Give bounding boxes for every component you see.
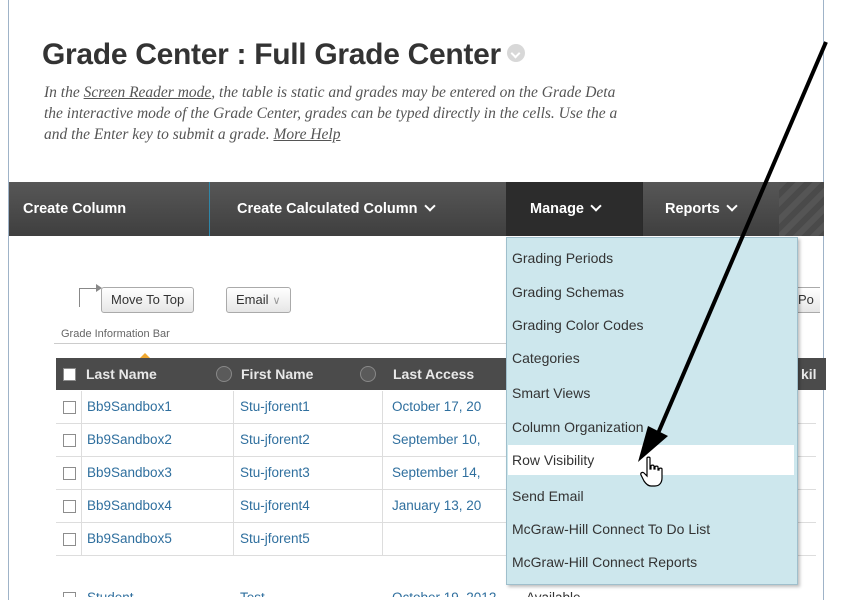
select-all-checkbox[interactable] [63,368,76,381]
create-column-label: Create Column [23,201,127,217]
toolbar-divider [209,182,210,236]
create-column-button[interactable]: Create Column [23,182,126,236]
create-calculated-column-label: Create Calculated Column [237,201,418,217]
cell-first-name[interactable]: Stu-jforent2 [240,424,310,456]
cell-divider [233,424,234,456]
page-title: Grade Center : Full Grade Center [42,38,525,72]
cell-last-name[interactable]: Bb9Sandbox5 [87,523,172,555]
cell-last-access[interactable]: September 14, [392,457,481,489]
cell-divider [81,490,82,522]
pointer-arrow-icon [638,41,828,462]
cell-first-name[interactable]: Stu-jforent3 [240,457,310,489]
grade-information-bar: Grade Information Bar [61,328,170,340]
column-header-last-name[interactable]: Last Name [86,358,157,390]
more-help-link[interactable]: More Help [273,126,340,143]
cell-divider [382,457,383,489]
cell-first-name[interactable]: Stu-jforent5 [240,523,310,555]
column-header-last-access[interactable]: Last Access [393,358,474,390]
row-checkbox[interactable] [63,500,76,513]
cell-divider [382,490,383,522]
cell-last-access[interactable]: October 19, 2012 [392,582,496,597]
menu-item-connect-reports[interactable]: McGraw-Hill Connect Reports [512,547,697,577]
row-checkbox[interactable] [63,533,76,546]
cell-last-access[interactable]: October 17, 20 [392,391,481,423]
hand-cursor-icon [640,456,663,487]
menu-item-send-email[interactable]: Send Email [512,481,584,511]
cell-divider [81,424,82,456]
cell-first-name[interactable]: Stu-jforent1 [240,391,310,423]
cell-first-name[interactable]: Test [240,582,265,597]
cell-divider [233,490,234,522]
cell-divider [382,424,383,456]
row-checkbox[interactable] [63,434,76,447]
screen-reader-mode-link[interactable]: Screen Reader mode [84,84,212,101]
cell-divider [233,457,234,489]
cell-divider [233,523,234,555]
intro-line-3-pre: and the Enter key to submit a grade. [44,126,274,143]
cell-last-name[interactable]: Bb9Sandbox1 [87,391,172,423]
chevron-down-icon: ∨ [272,295,281,307]
row-checkbox[interactable] [63,401,76,414]
cell-first-name[interactable]: Stu-jforent4 [240,490,310,522]
row-checkbox[interactable] [63,592,76,597]
move-to-top-button[interactable]: Move To Top [101,287,195,313]
move-to-top-label: Move To Top [111,292,185,307]
column-options-icon[interactable] [360,366,376,382]
cell-last-name[interactable]: Bb9Sandbox3 [87,457,172,489]
email-label: Email [236,292,269,307]
cell-divider [382,523,383,555]
column-header-first-name[interactable]: First Name [241,358,313,390]
move-arrow-icon [79,284,102,307]
row-checkbox[interactable] [63,467,76,480]
cell-last-name[interactable]: Student [87,582,134,597]
info-bar-divider [54,343,524,344]
email-button[interactable]: Email ∨ [226,287,291,313]
cell-last-access[interactable]: September 10, [392,424,481,456]
column-options-icon[interactable] [216,366,232,382]
create-calculated-column-button[interactable]: Create Calculated Column [237,182,436,236]
cell-divider [233,391,234,423]
cell-divider [81,457,82,489]
cell-last-name[interactable]: Bb9Sandbox2 [87,424,172,456]
chevron-down-icon [423,200,436,212]
menu-item-connect-to-do-list[interactable]: McGraw-Hill Connect To Do List [512,514,710,544]
cell-divider [81,391,82,423]
cell-last-access[interactable]: January 13, 20 [392,490,481,522]
cell-divider [81,523,82,555]
cell-last-name[interactable]: Bb9Sandbox4 [87,490,172,522]
intro-line-1-pre: In the [44,84,84,101]
cell-divider [382,391,383,423]
page-title-text: Grade Center : Full Grade Center [42,38,501,71]
